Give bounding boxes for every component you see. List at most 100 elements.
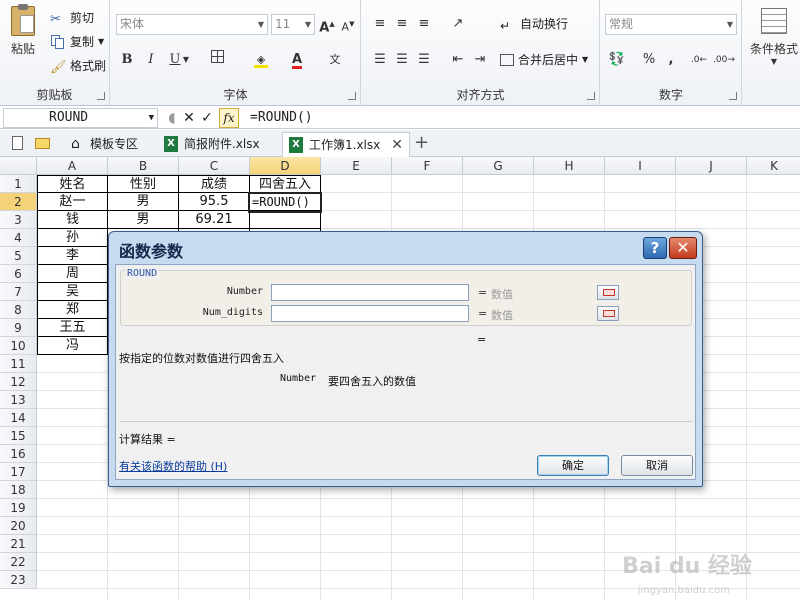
cut-button[interactable]: ✂ 剪切 [50, 8, 94, 28]
number-launcher-icon[interactable] [729, 92, 737, 100]
align-bottom-button[interactable]: ≡ [414, 14, 434, 34]
row-header-12[interactable]: 12 [0, 373, 37, 391]
range-picker-icon[interactable] [597, 285, 619, 300]
cell-d3[interactable] [250, 211, 321, 229]
row-header-17[interactable]: 17 [0, 463, 37, 481]
row-header-5[interactable]: 5 [0, 247, 37, 265]
format-painter-button[interactable]: 🖌 格式刷 [50, 56, 106, 76]
tab-template-zone[interactable]: ⌂ 模板专区 [64, 132, 154, 157]
column-header-f[interactable]: F [392, 157, 463, 175]
row-header-2[interactable]: 2 [0, 193, 37, 211]
cell-a1[interactable]: 姓名 [37, 175, 108, 193]
name-box[interactable]: ROUND ▼ [3, 108, 158, 128]
cell-a10[interactable]: 冯 [37, 337, 108, 355]
help-icon[interactable]: ? [643, 237, 667, 259]
cell-a3[interactable]: 钱 [37, 211, 108, 229]
cancel-button[interactable]: 取消 [621, 455, 693, 476]
cell-a4[interactable]: 孙 [37, 229, 108, 247]
function-help-link[interactable]: 有关该函数的帮助 (H) [119, 458, 227, 474]
italic-button[interactable]: I [141, 50, 161, 70]
copy-button[interactable]: 复制 ▼ [50, 32, 104, 52]
row-header-4[interactable]: 4 [0, 229, 37, 247]
phonetic-button[interactable]: 文 [325, 50, 345, 70]
cell-a9[interactable]: 王五 [37, 319, 108, 337]
row-header-13[interactable]: 13 [0, 391, 37, 409]
decrease-decimal-button[interactable]: .00→ [713, 50, 735, 70]
insert-function-icon[interactable]: fx [219, 108, 239, 128]
row-header-15[interactable]: 15 [0, 427, 37, 445]
orientation-button[interactable]: ↗ [448, 14, 468, 34]
row-header-23[interactable]: 23 [0, 571, 37, 589]
row-header-20[interactable]: 20 [0, 517, 37, 535]
row-header-10[interactable]: 10 [0, 337, 37, 355]
align-center-button[interactable]: ☰ [392, 50, 412, 70]
conditional-format-button[interactable]: 条件格式 ▼ [747, 8, 800, 66]
font-name-select[interactable]: 宋体 ▼ [116, 14, 268, 35]
cell-c2[interactable]: 95.5 [179, 193, 250, 211]
grow-font-button[interactable]: A▲ [317, 14, 337, 35]
row-header-18[interactable]: 18 [0, 481, 37, 499]
number-format-select[interactable]: 常规 ▼ [605, 14, 737, 35]
merge-dropdown-icon[interactable]: ▼ [582, 50, 588, 70]
merge-center-button[interactable]: 合并后居中 ▼ [500, 50, 588, 70]
cell-c1[interactable]: 成绩 [179, 175, 250, 193]
font-color-button[interactable]: A [287, 50, 307, 70]
cell-c3[interactable]: 69.21 [179, 211, 250, 229]
align-left-button[interactable]: ☰ [370, 50, 390, 70]
alignment-launcher-icon[interactable] [587, 92, 595, 100]
row-header-8[interactable]: 8 [0, 301, 37, 319]
comma-button[interactable]: , [661, 50, 681, 70]
cell-b3[interactable]: 男 [108, 211, 179, 229]
paste-button[interactable]: 粘贴 [4, 4, 42, 57]
close-icon[interactable]: ✕ [669, 237, 697, 259]
tab-report-attachment[interactable]: X 简报附件.xlsx [158, 132, 278, 157]
row-header-22[interactable]: 22 [0, 553, 37, 571]
row-header-6[interactable]: 6 [0, 265, 37, 283]
copy-dropdown-icon[interactable]: ▼ [98, 32, 104, 52]
column-header-e[interactable]: E [321, 157, 392, 175]
underline-dropdown-icon[interactable]: ▼ [181, 50, 191, 70]
shrink-font-button[interactable]: A▼ [338, 14, 358, 34]
cell-d1[interactable]: 四舍五入 [250, 175, 321, 193]
row-header-3[interactable]: 3 [0, 211, 37, 229]
row-header-16[interactable]: 16 [0, 445, 37, 463]
increase-indent-button[interactable]: ⇥ [470, 50, 490, 70]
active-cell-d2[interactable] [248, 192, 322, 213]
clipboard-launcher-icon[interactable] [97, 92, 105, 100]
column-header-h[interactable]: H [534, 157, 605, 175]
column-header-c[interactable]: C [179, 157, 250, 175]
currency-button[interactable]: 💱 [607, 50, 627, 70]
column-header-k[interactable]: K [747, 157, 800, 175]
row-header-11[interactable]: 11 [0, 355, 37, 373]
column-header-g[interactable]: G [463, 157, 534, 175]
cell-a8[interactable]: 郑 [37, 301, 108, 319]
bold-button[interactable]: B [117, 50, 137, 70]
select-all-corner[interactable] [0, 157, 37, 175]
row-header-7[interactable]: 7 [0, 283, 37, 301]
font-launcher-icon[interactable] [348, 92, 356, 100]
cell-a2[interactable]: 赵一 [37, 193, 108, 211]
new-doc-icon[interactable] [12, 136, 23, 150]
align-right-button[interactable]: ☰ [414, 50, 434, 70]
row-header-21[interactable]: 21 [0, 535, 37, 553]
border-button[interactable] [207, 50, 227, 70]
cell-b1[interactable]: 性别 [108, 175, 179, 193]
range-picker-icon[interactable] [597, 306, 619, 321]
column-header-j[interactable]: J [676, 157, 747, 175]
row-header-14[interactable]: 14 [0, 409, 37, 427]
formula-input[interactable]: =ROUND() [244, 108, 800, 128]
row-header-9[interactable]: 9 [0, 319, 37, 337]
cell-a5[interactable]: 李 [37, 247, 108, 265]
row-header-1[interactable]: 1 [0, 175, 37, 193]
increase-decimal-button[interactable]: .0← [689, 50, 709, 70]
fill-color-button[interactable]: ◈ [251, 50, 271, 70]
decrease-indent-button[interactable]: ⇤ [448, 50, 468, 70]
ok-button[interactable]: 确定 [537, 455, 609, 476]
cell-b2[interactable]: 男 [108, 193, 179, 211]
cell-a7[interactable]: 吴 [37, 283, 108, 301]
column-header-i[interactable]: I [605, 157, 676, 175]
column-header-d[interactable]: D [250, 157, 321, 175]
num-digits-input[interactable] [271, 305, 619, 322]
row-header-19[interactable]: 19 [0, 499, 37, 517]
wrap-text-button[interactable]: ↵ 自动换行 [500, 14, 568, 34]
